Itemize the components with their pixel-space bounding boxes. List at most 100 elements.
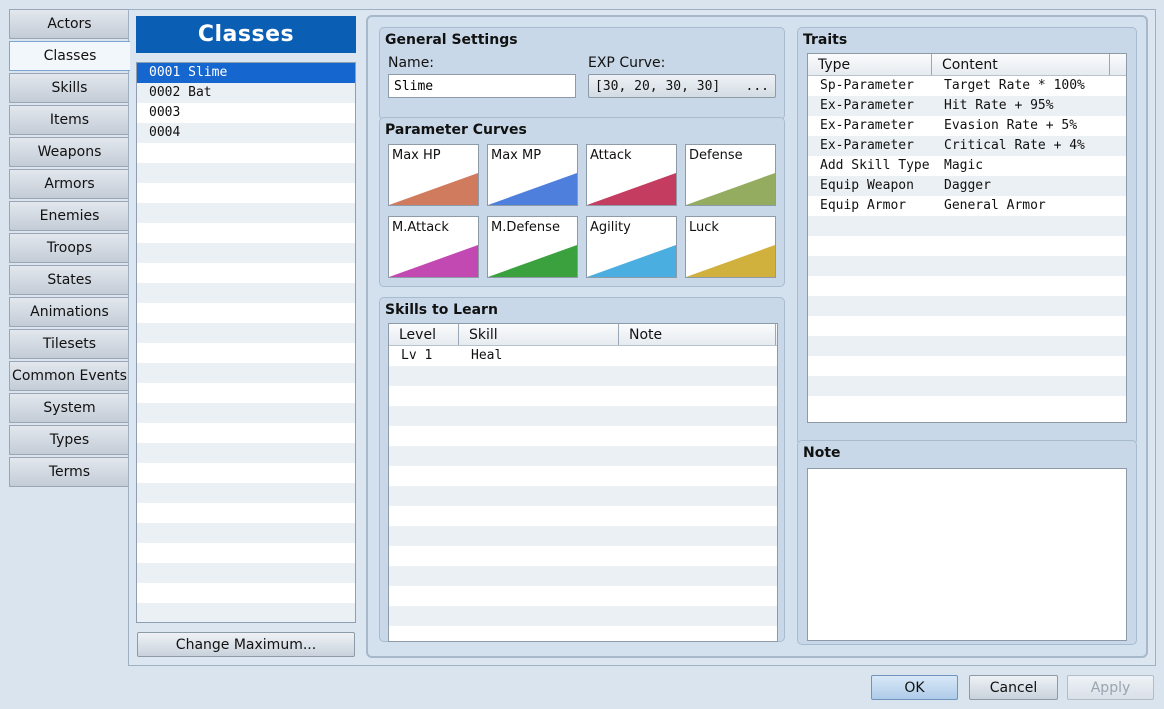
- ok-button[interactable]: OK: [871, 675, 958, 700]
- change-maximum-button[interactable]: Change Maximum...: [137, 632, 355, 657]
- col-skill[interactable]: Skill: [459, 324, 619, 345]
- curve-mattack[interactable]: M.Attack: [388, 216, 479, 278]
- tab-skills[interactable]: Skills: [9, 73, 129, 103]
- class-list-empty-row[interactable]: [137, 263, 355, 283]
- curve-defense[interactable]: Defense: [685, 144, 776, 206]
- class-list-empty-row[interactable]: [137, 243, 355, 263]
- tab-types[interactable]: Types: [9, 425, 129, 455]
- traits-table[interactable]: Type Content Sp-Parameter Target Rate * 1…: [807, 53, 1127, 423]
- skills-table-row[interactable]: [389, 566, 777, 586]
- tab-system[interactable]: System: [9, 393, 129, 423]
- skills-table-row[interactable]: [389, 426, 777, 446]
- class-list-empty-row[interactable]: [137, 303, 355, 323]
- traits-table-row[interactable]: [808, 396, 1126, 416]
- tab-terms[interactable]: Terms: [9, 457, 129, 487]
- class-list-empty-row[interactable]: [137, 183, 355, 203]
- col-note[interactable]: Note: [619, 324, 776, 345]
- tab-tilesets[interactable]: Tilesets: [9, 329, 129, 359]
- class-list-item[interactable]: 0003: [137, 103, 355, 123]
- skills-table-row[interactable]: [389, 466, 777, 486]
- tab-troops[interactable]: Troops: [9, 233, 129, 263]
- class-list-empty-row[interactable]: [137, 223, 355, 243]
- curve-max-mp[interactable]: Max MP: [487, 144, 578, 206]
- skills-to-learn-title: Skills to Learn: [385, 302, 498, 318]
- apply-button[interactable]: Apply: [1067, 675, 1154, 700]
- skills-table-row[interactable]: [389, 526, 777, 546]
- traits-table-row[interactable]: [808, 376, 1126, 396]
- skills-table[interactable]: Level Skill Note Lv 1 Heal: [388, 323, 778, 642]
- curve-max-hp[interactable]: Max HP: [388, 144, 479, 206]
- class-list-empty-row[interactable]: [137, 443, 355, 463]
- tab-common-events[interactable]: Common Events: [9, 361, 129, 391]
- class-list-empty-row[interactable]: [137, 503, 355, 523]
- class-list[interactable]: 0001 Slime 0002 Bat 0003 0004: [136, 62, 356, 623]
- col-level[interactable]: Level: [389, 324, 459, 345]
- traits-table-row[interactable]: [808, 236, 1126, 256]
- traits-table-row[interactable]: Equip Armor General Armor: [808, 196, 1126, 216]
- exp-curve-field[interactable]: [30, 20, 30, 30] ...: [588, 74, 776, 98]
- skills-table-row[interactable]: [389, 586, 777, 606]
- traits-table-row[interactable]: [808, 276, 1126, 296]
- name-field[interactable]: [388, 74, 576, 98]
- traits-table-row[interactable]: [808, 356, 1126, 376]
- class-list-item[interactable]: 0002 Bat: [137, 83, 355, 103]
- col-type[interactable]: Type: [808, 54, 932, 75]
- class-list-item[interactable]: 0001 Slime: [137, 63, 355, 83]
- traits-table-row[interactable]: [808, 296, 1126, 316]
- skills-table-row[interactable]: [389, 446, 777, 466]
- skills-table-row[interactable]: [389, 366, 777, 386]
- traits-table-row[interactable]: Ex-Parameter Hit Rate + 95%: [808, 96, 1126, 116]
- traits-table-row[interactable]: Add Skill Type Magic: [808, 156, 1126, 176]
- col-content[interactable]: Content: [932, 54, 1110, 75]
- traits-table-row[interactable]: [808, 216, 1126, 236]
- traits-table-row[interactable]: [808, 316, 1126, 336]
- curve-label: Attack: [590, 148, 632, 163]
- class-list-empty-row[interactable]: [137, 383, 355, 403]
- class-list-empty-row[interactable]: [137, 583, 355, 603]
- class-list-empty-row[interactable]: [137, 483, 355, 503]
- traits-table-row[interactable]: [808, 336, 1126, 356]
- class-list-empty-row[interactable]: [137, 563, 355, 583]
- class-list-empty-row[interactable]: [137, 203, 355, 223]
- skills-table-row[interactable]: [389, 406, 777, 426]
- skills-table-row[interactable]: [389, 386, 777, 406]
- class-list-empty-row[interactable]: [137, 323, 355, 343]
- class-list-empty-row[interactable]: [137, 603, 355, 622]
- class-list-empty-row[interactable]: [137, 423, 355, 443]
- class-list-empty-row[interactable]: [137, 363, 355, 383]
- class-list-empty-row[interactable]: [137, 163, 355, 183]
- tab-actors[interactable]: Actors: [9, 9, 129, 39]
- note-field[interactable]: [807, 468, 1127, 641]
- skills-table-row[interactable]: Lv 1 Heal: [389, 346, 777, 366]
- trait-type-cell: [808, 216, 932, 236]
- traits-table-row[interactable]: Ex-Parameter Evasion Rate + 5%: [808, 116, 1126, 136]
- skills-table-row[interactable]: [389, 486, 777, 506]
- class-list-empty-row[interactable]: [137, 463, 355, 483]
- traits-table-row[interactable]: [808, 256, 1126, 276]
- class-list-empty-row[interactable]: [137, 523, 355, 543]
- traits-table-row[interactable]: Sp-Parameter Target Rate * 100%: [808, 76, 1126, 96]
- cancel-button[interactable]: Cancel: [969, 675, 1058, 700]
- class-list-item[interactable]: 0004: [137, 123, 355, 143]
- skills-table-row[interactable]: [389, 506, 777, 526]
- curve-luck[interactable]: Luck: [685, 216, 776, 278]
- skills-table-row[interactable]: [389, 606, 777, 626]
- class-list-empty-row[interactable]: [137, 403, 355, 423]
- tab-weapons[interactable]: Weapons: [9, 137, 129, 167]
- tab-armors[interactable]: Armors: [9, 169, 129, 199]
- class-list-empty-row[interactable]: [137, 283, 355, 303]
- curve-mdefense[interactable]: M.Defense: [487, 216, 578, 278]
- curve-agility[interactable]: Agility: [586, 216, 677, 278]
- class-list-empty-row[interactable]: [137, 543, 355, 563]
- class-list-empty-row[interactable]: [137, 143, 355, 163]
- skills-table-row[interactable]: [389, 546, 777, 566]
- tab-enemies[interactable]: Enemies: [9, 201, 129, 231]
- class-list-empty-row[interactable]: [137, 343, 355, 363]
- tab-states[interactable]: States: [9, 265, 129, 295]
- tab-animations[interactable]: Animations: [9, 297, 129, 327]
- tab-items[interactable]: Items: [9, 105, 129, 135]
- traits-table-row[interactable]: Equip Weapon Dagger: [808, 176, 1126, 196]
- traits-table-row[interactable]: Ex-Parameter Critical Rate + 4%: [808, 136, 1126, 156]
- curve-attack[interactable]: Attack: [586, 144, 677, 206]
- tab-classes[interactable]: Classes: [9, 41, 130, 71]
